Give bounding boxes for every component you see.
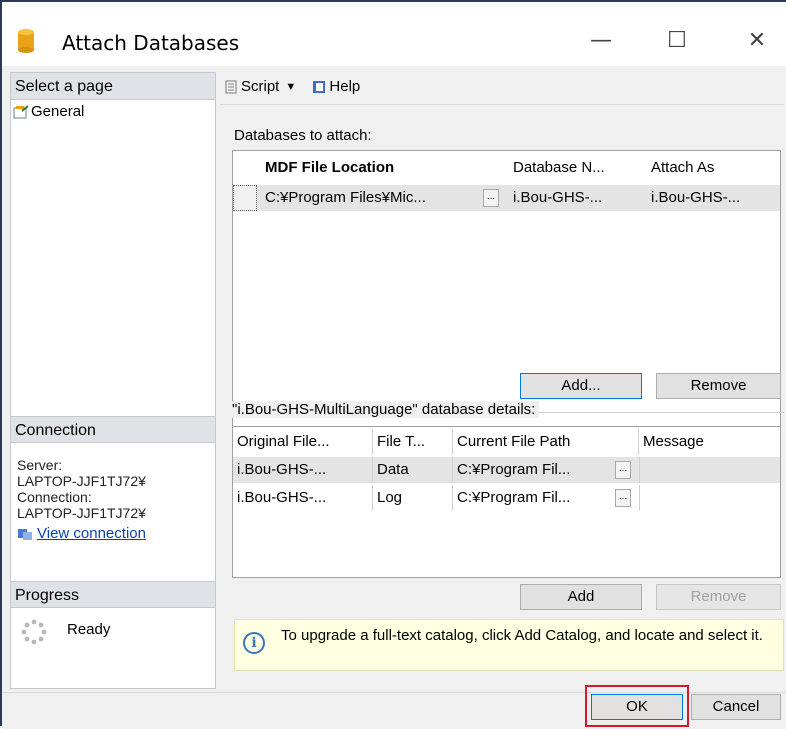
page-item-general-label: General bbox=[31, 103, 85, 120]
toolbar-separator bbox=[220, 104, 784, 105]
connection-label: Connection: bbox=[17, 489, 92, 505]
script-dropdown-arrow-icon[interactable]: ▼ bbox=[285, 72, 296, 102]
help-button[interactable]: Help bbox=[312, 72, 360, 102]
column-message[interactable]: Message bbox=[639, 429, 780, 455]
message-cell bbox=[639, 457, 780, 483]
connection-value: LAPTOP-JJF1TJ72¥ bbox=[17, 505, 146, 521]
progress-header: Progress bbox=[11, 581, 215, 608]
select-page-header: Select a page bbox=[11, 73, 215, 100]
info-message-text: To upgrade a full-text catalog, click Ad… bbox=[281, 627, 763, 644]
database-name-cell[interactable]: i.Bou-GHS-... bbox=[509, 185, 647, 211]
progress-spinner-icon bbox=[21, 619, 47, 645]
maximize-button[interactable]: ☐ bbox=[652, 20, 702, 62]
help-label: Help bbox=[329, 78, 361, 95]
database-details-label: "i.Bou-GHS-MultiLanguage" database detai… bbox=[232, 401, 540, 418]
database-cylinder-icon bbox=[18, 29, 34, 53]
minimize-button[interactable]: — bbox=[576, 20, 626, 62]
progress-status: Ready bbox=[67, 621, 111, 638]
page-item-general[interactable]: General bbox=[13, 103, 84, 120]
file-type-cell[interactable]: Data bbox=[373, 457, 453, 483]
browse-path-button[interactable]: ... bbox=[615, 461, 631, 479]
attach-as-cell[interactable]: i.Bou-GHS-... bbox=[647, 185, 780, 211]
remove-file-button: Remove bbox=[656, 584, 781, 610]
window-title: Attach Databases bbox=[62, 31, 240, 55]
server-value: LAPTOP-JJF1TJ72¥ bbox=[17, 473, 146, 489]
mdf-location-cell[interactable]: C:¥Program Files¥Mic... bbox=[261, 185, 481, 211]
attach-databases-dialog: Attach Databases — ☐ ✕ Select a page Gen… bbox=[0, 0, 786, 729]
script-button[interactable]: Script ▼ bbox=[224, 72, 296, 102]
cancel-button[interactable]: Cancel bbox=[691, 694, 781, 720]
column-original-file[interactable]: Original File... bbox=[233, 429, 373, 455]
connection-properties-icon bbox=[18, 528, 32, 540]
title-bar: Attach Databases — ☐ ✕ bbox=[2, 2, 786, 66]
database-details-grid[interactable]: Original File... File T... Current File … bbox=[232, 426, 781, 578]
close-button[interactable]: ✕ bbox=[732, 20, 782, 62]
view-connection-label: View connection bbox=[37, 525, 146, 542]
remove-database-button[interactable]: Remove bbox=[656, 373, 781, 399]
current-path-cell[interactable]: C:¥Program Fil... bbox=[453, 485, 613, 511]
script-label: Script bbox=[241, 78, 280, 95]
table-row[interactable]: i.Bou-GHS-... Data C:¥Program Fil... ... bbox=[233, 457, 780, 483]
column-current-file-path[interactable]: Current File Path bbox=[453, 429, 639, 455]
browse-mdf-button[interactable]: ... bbox=[483, 189, 499, 207]
table-row[interactable]: i.Bou-GHS-... Log C:¥Program Fil... ... bbox=[233, 485, 780, 511]
column-mdf-file-location[interactable]: MDF File Location bbox=[261, 155, 531, 181]
original-file-cell[interactable]: i.Bou-GHS-... bbox=[233, 457, 373, 483]
left-pane: Select a page General Connection Server:… bbox=[10, 72, 216, 689]
message-cell bbox=[639, 485, 780, 511]
current-path-cell[interactable]: C:¥Program Fil... bbox=[453, 457, 613, 483]
databases-to-attach-label: Databases to attach: bbox=[234, 127, 376, 144]
table-row[interactable]: C:¥Program Files¥Mic... ... i.Bou-GHS-..… bbox=[233, 185, 780, 211]
toolbar: Script ▼ Help bbox=[224, 72, 372, 102]
browse-path-button[interactable]: ... bbox=[615, 489, 631, 507]
column-file-type[interactable]: File T... bbox=[373, 429, 453, 455]
add-database-button[interactable]: Add... bbox=[520, 373, 642, 399]
info-message-bar: i To upgrade a full-text catalog, click … bbox=[234, 619, 784, 671]
original-file-cell[interactable]: i.Bou-GHS-... bbox=[233, 485, 373, 511]
general-page-icon bbox=[13, 104, 29, 118]
script-icon bbox=[225, 80, 237, 94]
column-attach-as[interactable]: Attach As bbox=[647, 155, 780, 181]
add-file-button[interactable]: Add bbox=[520, 584, 642, 610]
connection-header: Connection bbox=[11, 416, 215, 443]
attach-grid-header: MDF File Location Database N... Attach A… bbox=[233, 155, 780, 181]
details-grid-header: Original File... File T... Current File … bbox=[233, 429, 780, 455]
row-selector[interactable] bbox=[233, 185, 257, 211]
connection-info: Server: LAPTOP-JJF1TJ72¥ Connection: LAP… bbox=[17, 457, 213, 521]
server-label: Server: bbox=[17, 457, 63, 473]
view-connection-link[interactable]: View connection bbox=[17, 525, 146, 542]
file-type-cell[interactable]: Log bbox=[373, 485, 453, 511]
help-book-icon bbox=[313, 81, 326, 93]
column-database-name[interactable]: Database N... bbox=[509, 155, 649, 181]
info-icon: i bbox=[243, 632, 265, 654]
ok-highlight-box bbox=[585, 685, 689, 727]
